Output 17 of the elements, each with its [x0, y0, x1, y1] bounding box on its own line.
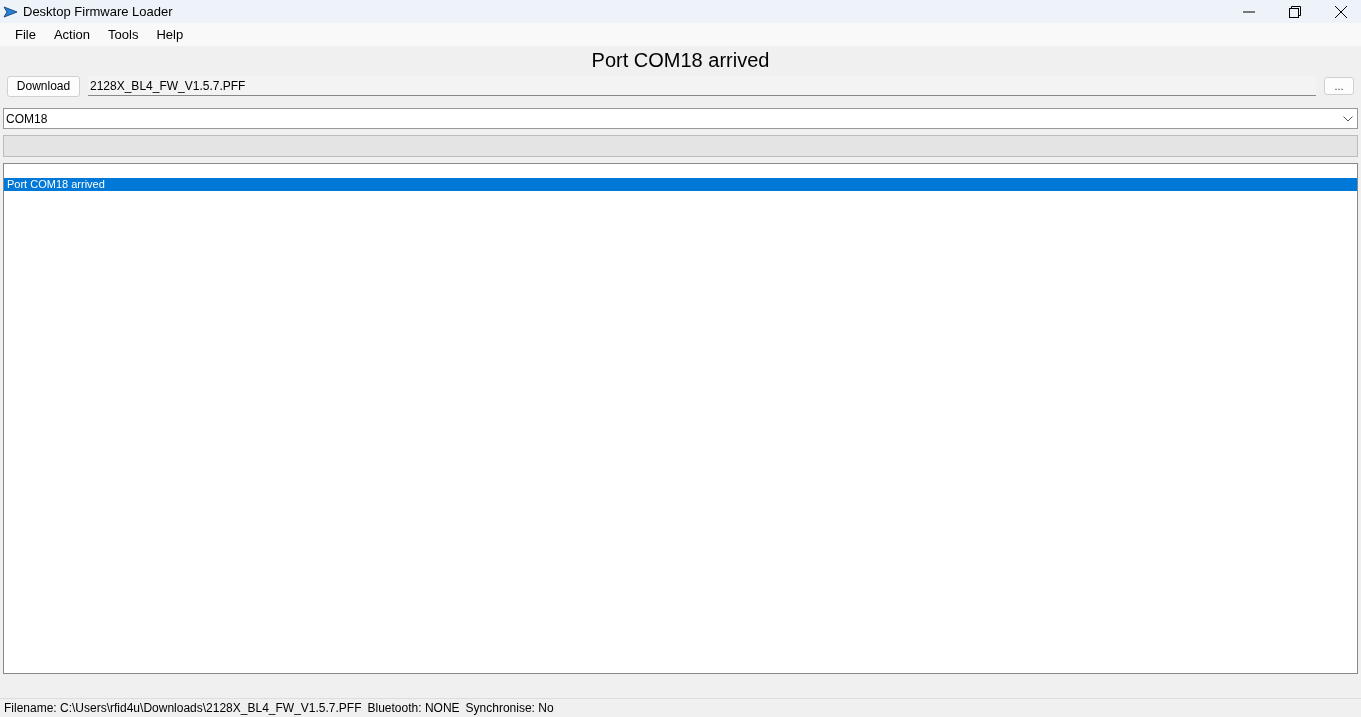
browse-button[interactable]: ...	[1324, 77, 1354, 95]
chevron-down-icon	[1343, 115, 1353, 122]
status-text: Filename: C:\Users\rfid4u\Downloads\2128X_BL4_FW_V1.5.7.PFF	[4, 700, 362, 717]
log-entry[interactable]: Port COM18 arrived	[4, 178, 1357, 191]
window-title: Desktop Firmware Loader	[23, 2, 173, 21]
port-dropdown[interactable]: COM18	[3, 108, 1358, 129]
menu-item[interactable]: Action	[44, 24, 100, 45]
status-text: Bluetooth: NONE	[367, 700, 460, 717]
menu-item[interactable]: Help	[147, 24, 193, 45]
app-logo-icon	[3, 5, 18, 18]
menu-item[interactable]: Tools	[99, 24, 148, 45]
download-button[interactable]: Download	[7, 75, 80, 97]
status-text: Synchronise: No	[465, 700, 554, 717]
status-heading: Port COM18 arrived	[591, 48, 770, 73]
restore-icon[interactable]	[1289, 5, 1301, 18]
close-icon[interactable]	[1335, 5, 1347, 18]
menu-item[interactable]: File	[6, 24, 45, 45]
